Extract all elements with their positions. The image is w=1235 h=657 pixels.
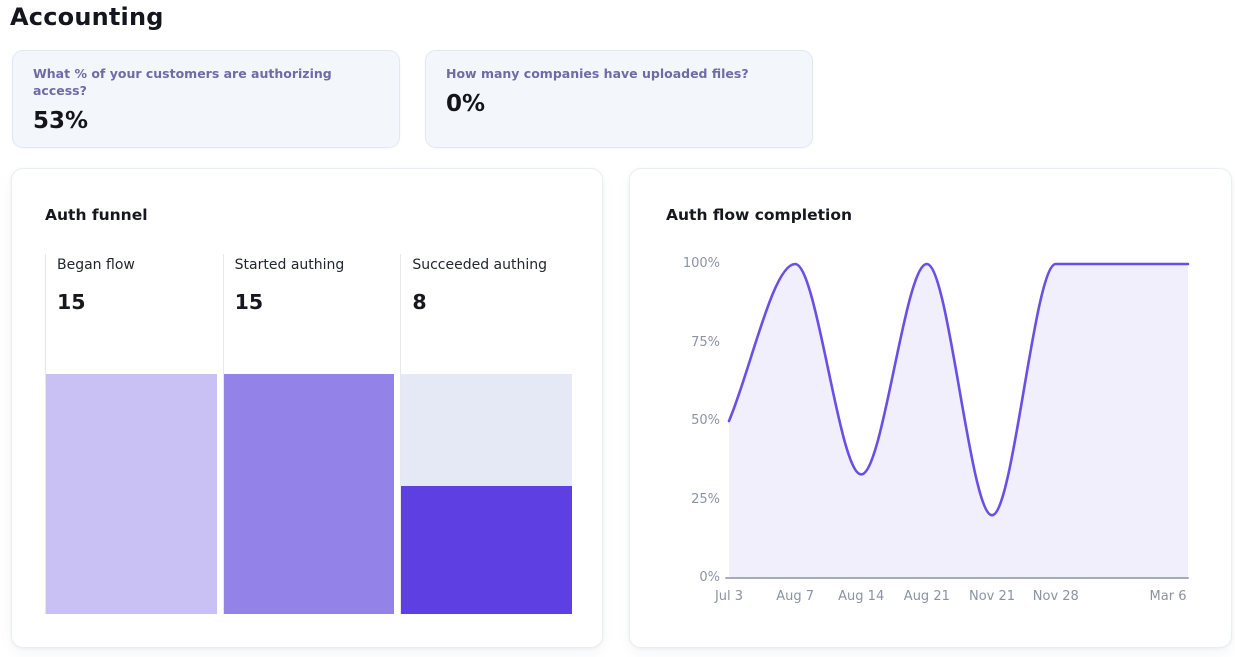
funnel-bar-fill <box>224 374 395 614</box>
funnel-column: Began flow 15 <box>45 254 217 614</box>
funnel-column-value: 8 <box>412 290 572 314</box>
funnel-column-header: Began flow 15 <box>46 254 217 374</box>
x-tick-label: Aug 7 <box>776 589 814 604</box>
y-tick-label: 75% <box>640 334 720 352</box>
funnel-column: Started authing 15 <box>223 254 395 614</box>
stat-card-authorizing-access: What % of your customers are authorizing… <box>12 50 400 148</box>
stat-question: How many companies have uploaded files? <box>446 66 792 83</box>
x-tick-label: Nov 28 <box>1033 589 1079 604</box>
auth-flow-completion-card: Auth flow completion 100%75%50%25%0% Jul… <box>629 168 1232 648</box>
y-tick-label: 25% <box>640 491 720 509</box>
funnel-bar-track <box>401 374 572 614</box>
y-tick-label: 100% <box>640 255 720 273</box>
stat-card-uploaded-files: How many companies have uploaded files? … <box>425 50 813 148</box>
x-tick-label: Nov 21 <box>969 589 1015 604</box>
funnel-column-label: Succeeded authing <box>412 256 572 274</box>
funnel-column-header: Started authing 15 <box>224 254 395 374</box>
stat-question: What % of your customers are authorizing… <box>33 66 379 100</box>
funnel-column-value: 15 <box>57 290 217 314</box>
auth-funnel-title: Auth funnel <box>45 206 148 224</box>
funnel-bar-track <box>46 374 217 614</box>
auth-funnel-card: Auth funnel Began flow 15 Started authing 1… <box>11 168 603 648</box>
x-tick-label: Aug 21 <box>904 589 950 604</box>
funnel-bar-fill <box>401 486 572 614</box>
auth-flow-completion-chart: 100% 75% 50% 25% 0% Jul 3 Aug 7 Aug 14 Aug 21 No… <box>630 169 1231 647</box>
stat-value: 0% <box>446 91 792 117</box>
auth-funnel-chart: Began flow15Started authing15Succeeded a… <box>45 254 572 614</box>
x-tick-label: Aug 14 <box>838 589 884 604</box>
y-tick-label: 50% <box>640 412 720 430</box>
completion-area-chart <box>729 264 1188 578</box>
funnel-column-label: Started authing <box>235 256 395 274</box>
funnel-column: Succeeded authing 8 <box>400 254 572 614</box>
stat-value: 53% <box>33 108 379 134</box>
completion-area-fill <box>729 264 1188 578</box>
funnel-bar-track <box>224 374 395 614</box>
funnel-bar-fill <box>46 374 217 614</box>
funnel-column-label: Began flow <box>57 256 217 274</box>
funnel-column-value: 15 <box>235 290 395 314</box>
x-tick-label: Jul 3 <box>715 589 743 604</box>
page-title: Accounting <box>10 3 164 31</box>
x-tick-label: Mar 6 <box>1150 589 1187 604</box>
funnel-column-header: Succeeded authing 8 <box>401 254 572 374</box>
y-tick-label: 0% <box>640 569 720 587</box>
x-axis-line <box>725 577 1189 579</box>
